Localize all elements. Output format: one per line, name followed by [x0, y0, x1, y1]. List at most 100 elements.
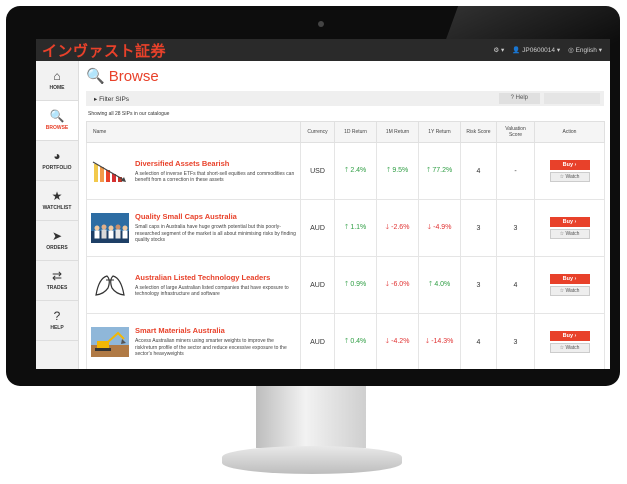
- chevron-right-icon: ›: [574, 333, 577, 339]
- table-header-row: Name Currency 1D Return 1M Return 1Y Ret…: [86, 121, 605, 143]
- table-row: Diversified Assets Bearish A selection o…: [86, 142, 605, 200]
- excavator-thumbnail: [91, 327, 129, 357]
- table-row: Smart Materials Australia Access Austral…: [86, 313, 605, 369]
- brand-logo: インヴァスト証券: [42, 42, 167, 60]
- monitor-frame: インヴァスト証券 ⚙ ▾ 👤 JP0600014 ▾ ◎ English ▾ ⌂…: [6, 6, 620, 386]
- filter-bar: ▸ Filter SIPs ? Help: [86, 91, 604, 106]
- arrow-down-icon: 🡓: [385, 223, 390, 231]
- currency-cell: AUD: [300, 199, 335, 257]
- watch-button[interactable]: ☆ Watch: [549, 286, 590, 296]
- column-header-valuation[interactable]: Valuation Score: [496, 121, 535, 143]
- filter-actions: ? Help: [498, 93, 600, 104]
- column-header-name[interactable]: Name: [86, 121, 301, 143]
- user-icon: 👤: [512, 47, 521, 54]
- chevron-right-icon: ›: [574, 219, 577, 225]
- table-row: Australian Listed Technology Leaders A s…: [86, 256, 605, 314]
- buy-button[interactable]: Buy ›: [549, 274, 590, 284]
- name-cell: Quality Small Caps Australia Small caps …: [86, 199, 301, 257]
- search-icon: 🔍: [49, 109, 65, 123]
- fund-description: Access Australian miners using smarter w…: [135, 338, 287, 358]
- return-1d-cell: 🡑 2.4%: [334, 142, 377, 200]
- column-header-1d[interactable]: 1D Return: [334, 121, 377, 143]
- language-menu[interactable]: ◎ English ▾: [568, 46, 602, 54]
- sidebar-item-watchlist[interactable]: ★ WATCHLIST: [36, 181, 78, 221]
- user-menu[interactable]: 👤 JP0600014 ▾: [512, 46, 560, 54]
- arrow-down-icon: 🡓: [427, 223, 432, 231]
- arrow-up-icon: 🡑: [344, 280, 349, 288]
- fund-name-link[interactable]: Smart Materials Australia: [135, 326, 296, 335]
- table-row: Quality Small Caps Australia Small caps …: [86, 199, 605, 257]
- fund-name-link[interactable]: Diversified Assets Bearish: [135, 159, 296, 168]
- arrow-down-icon: 🡓: [385, 337, 390, 345]
- buy-button[interactable]: Buy ›: [549, 217, 590, 227]
- sidebar-item-home[interactable]: ⌂ HOME: [36, 61, 78, 101]
- name-cell: Smart Materials Australia Access Austral…: [86, 313, 301, 369]
- home-icon: ⌂: [53, 69, 61, 83]
- chevron-right-icon: ›: [574, 162, 577, 168]
- star-icon: ★: [51, 189, 63, 203]
- bearish-chart-thumbnail: [91, 156, 129, 186]
- valuation-score-cell: 3: [496, 313, 535, 369]
- chevron-right-icon: ›: [574, 276, 577, 282]
- column-header-risk[interactable]: Risk Score: [460, 121, 497, 143]
- sidebar-item-help[interactable]: ? HELP: [36, 301, 78, 341]
- search-icon: 🔍: [86, 68, 105, 85]
- top-right-menu: ⚙ ▾ 👤 JP0600014 ▾ ◎ English ▾: [493, 46, 602, 54]
- column-header-currency[interactable]: Currency: [300, 121, 335, 143]
- filter-blank-button[interactable]: [544, 93, 600, 104]
- return-1y-cell: 🡑 77.2%: [418, 142, 461, 200]
- page-title: Browse: [108, 67, 159, 85]
- filter-toggle[interactable]: ▸ Filter SIPs: [94, 95, 129, 103]
- risk-score-cell: 3: [460, 256, 497, 314]
- return-1m-cell: 🡓 -6.0%: [376, 256, 419, 314]
- return-1y-cell: 🡓 -4.9%: [418, 199, 461, 257]
- currency-cell: USD: [300, 142, 335, 200]
- monitor-stand-neck: [256, 386, 366, 448]
- column-header-action: Action: [534, 121, 605, 143]
- hands-thumbnail: [91, 270, 129, 300]
- return-1d-cell: 🡑 0.9%: [334, 256, 377, 314]
- showing-count: Showing all 28 SIPs in our catalogue: [88, 111, 170, 117]
- question-icon: ?: [53, 309, 61, 323]
- sidebar-item-trades[interactable]: ⇄ TRADES: [36, 261, 78, 301]
- exchange-icon: ⇄: [51, 269, 63, 283]
- top-bar: インヴァスト証券 ⚙ ▾ 👤 JP0600014 ▾ ◎ English ▾: [36, 39, 610, 61]
- settings-menu[interactable]: ⚙ ▾: [493, 46, 504, 54]
- return-1d-cell: 🡑 1.1%: [334, 199, 377, 257]
- action-cell: Buy › ☆ Watch: [534, 256, 605, 314]
- watch-button[interactable]: ☆ Watch: [549, 172, 590, 182]
- name-cell: Australian Listed Technology Leaders A s…: [86, 256, 301, 314]
- fund-description: Small caps in Australia have huge growth…: [135, 224, 296, 244]
- sidebar-item-browse[interactable]: 🔍 BROWSE: [36, 101, 78, 141]
- webcam: [318, 21, 324, 27]
- watch-button[interactable]: ☆ Watch: [549, 343, 590, 353]
- sidebar-item-orders[interactable]: ➤ ORDERS: [36, 221, 78, 261]
- arrow-up-icon: 🡑: [344, 166, 349, 174]
- buy-button[interactable]: Buy ›: [549, 160, 590, 170]
- return-1m-cell: 🡑 9.5%: [376, 142, 419, 200]
- fund-name-link[interactable]: Quality Small Caps Australia: [135, 212, 296, 221]
- star-outline-icon: ☆: [559, 174, 565, 180]
- buy-button[interactable]: Buy ›: [549, 331, 590, 341]
- star-outline-icon: ☆: [559, 345, 565, 351]
- arrow-up-icon: 🡑: [386, 166, 391, 174]
- action-cell: Buy › ☆ Watch: [534, 142, 605, 200]
- return-1m-cell: 🡓 -2.6%: [376, 199, 419, 257]
- risk-score-cell: 3: [460, 199, 497, 257]
- column-header-1m[interactable]: 1M Return: [376, 121, 419, 143]
- arrow-up-icon: 🡑: [344, 223, 349, 231]
- fund-name-link[interactable]: Australian Listed Technology Leaders: [135, 273, 296, 282]
- arrow-up-icon: 🡑: [428, 280, 433, 288]
- name-cell: Diversified Assets Bearish A selection o…: [86, 142, 301, 200]
- column-header-1y[interactable]: 1Y Return: [418, 121, 461, 143]
- people-thumbnail: [91, 213, 129, 243]
- action-cell: Buy › ☆ Watch: [534, 199, 605, 257]
- arrow-down-icon: 🡓: [385, 280, 390, 288]
- watch-button[interactable]: ☆ Watch: [549, 229, 590, 239]
- help-button[interactable]: ? Help: [498, 93, 540, 104]
- main-content: 🔍 Browse ▸ Filter SIPs ? Help Showing al…: [86, 67, 605, 369]
- globe-icon: ◎: [568, 47, 574, 54]
- arrow-up-icon: 🡑: [426, 166, 431, 174]
- sidebar: ⌂ HOME 🔍 BROWSE ◕ PORTFOLIO ★ WATCHLIST …: [36, 61, 79, 369]
- sidebar-item-portfolio[interactable]: ◕ PORTFOLIO: [36, 141, 78, 181]
